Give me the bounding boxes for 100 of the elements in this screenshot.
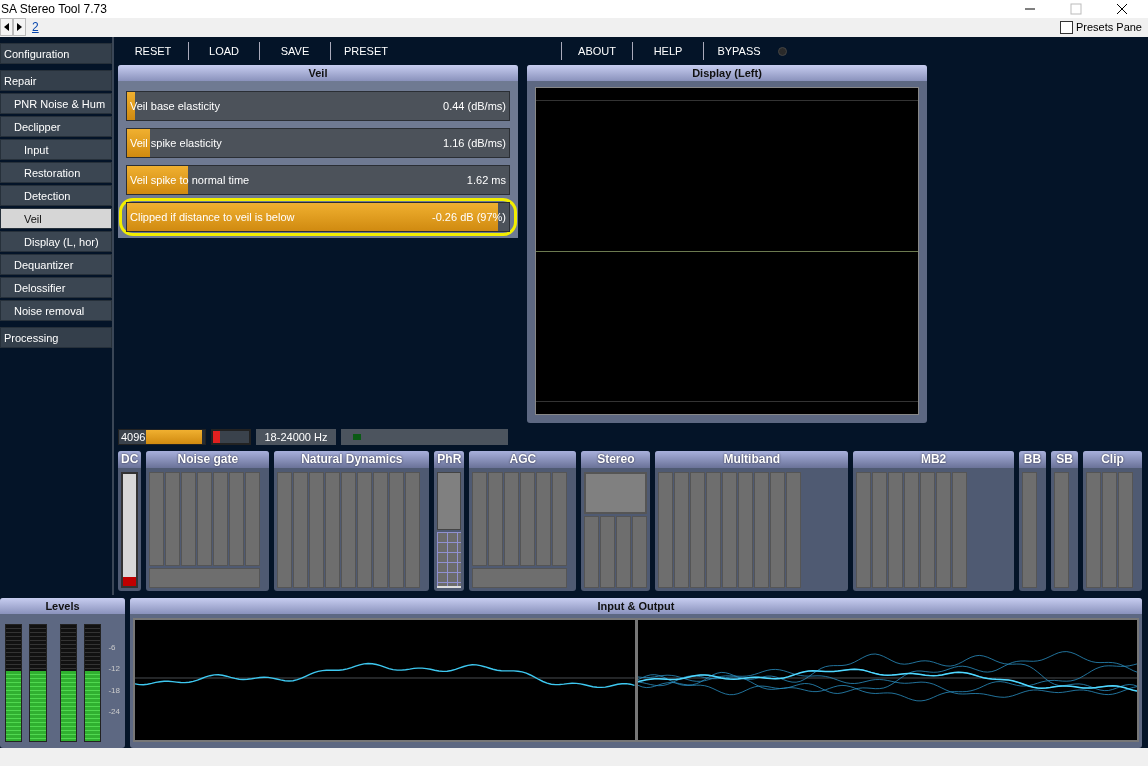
fader[interactable] xyxy=(309,472,325,589)
right-triangle-icon xyxy=(16,23,23,32)
fader[interactable] xyxy=(520,472,536,567)
panel-header: Levels xyxy=(0,598,125,615)
frequency-range: 18-24000 Hz xyxy=(256,429,336,446)
fader[interactable] xyxy=(472,472,488,567)
toolbar-button[interactable]: HELP xyxy=(633,45,703,58)
fader-footer[interactable] xyxy=(472,568,568,589)
slider[interactable]: Veil spike to normal time 1.62 ms xyxy=(126,165,510,196)
next-button[interactable] xyxy=(13,18,26,37)
slider[interactable]: Veil spike elasticity 1.16 (dB/ms) xyxy=(126,128,510,159)
fader[interactable] xyxy=(504,472,520,567)
fader[interactable] xyxy=(754,472,770,589)
block-size-value: 4096 xyxy=(121,431,147,444)
slider-reading: 1.16 (dB/ms) xyxy=(443,137,506,150)
fader[interactable] xyxy=(213,472,229,567)
sidebar-item[interactable]: Input xyxy=(0,139,112,161)
fader[interactable] xyxy=(786,472,802,589)
fader[interactable] xyxy=(936,472,952,589)
fader[interactable] xyxy=(600,516,616,589)
fader[interactable] xyxy=(536,472,552,567)
presets-pane-label: Presets Pane xyxy=(1075,21,1142,34)
fader[interactable] xyxy=(341,472,357,589)
phase-grid xyxy=(437,532,462,589)
previous-button[interactable] xyxy=(0,18,13,37)
toolbar-button[interactable]: SAVE xyxy=(260,45,330,58)
fader[interactable] xyxy=(1102,472,1117,589)
sidebar-item[interactable]: Display (L, hor) xyxy=(0,231,112,253)
scale-label: -6 xyxy=(108,642,117,652)
slider-reading: 1.62 ms xyxy=(466,174,506,187)
fader[interactable] xyxy=(904,472,920,589)
slider-label: Clipped if distance to veil is below xyxy=(130,211,295,224)
fader[interactable] xyxy=(197,472,213,567)
fader[interactable] xyxy=(165,472,181,567)
sidebar-item[interactable]: Delossifier xyxy=(0,277,112,299)
fader[interactable] xyxy=(888,472,904,589)
fader[interactable] xyxy=(1022,472,1037,589)
sidebar-item[interactable]: Noise removal xyxy=(0,300,112,322)
maximize-icon[interactable] xyxy=(1070,2,1082,15)
fader[interactable] xyxy=(920,472,936,589)
fader[interactable] xyxy=(325,472,341,589)
toolbar-button[interactable]: RESET xyxy=(118,45,188,58)
sidebar-item[interactable]: Dequantizer xyxy=(0,254,112,276)
panel-header: Display (Left) xyxy=(527,65,927,82)
phase-display xyxy=(437,472,462,531)
fader[interactable] xyxy=(229,472,245,567)
fader[interactable] xyxy=(872,472,888,589)
scale-label: -12 xyxy=(108,664,120,674)
fader[interactable] xyxy=(658,472,674,589)
fader[interactable] xyxy=(1118,472,1133,589)
fader[interactable] xyxy=(722,472,738,589)
fader[interactable] xyxy=(770,472,786,589)
fader[interactable] xyxy=(738,472,754,589)
fader[interactable] xyxy=(488,472,504,567)
slider-label: Veil spike to normal time xyxy=(130,174,250,187)
toolbar-button[interactable]: BYPASS xyxy=(704,45,774,58)
fader[interactable] xyxy=(616,516,632,589)
slider-reading: 0.44 (dB/ms) xyxy=(443,100,506,113)
toolbar-button[interactable]: LOAD xyxy=(189,45,259,58)
left-triangle-icon xyxy=(3,23,10,32)
fader[interactable] xyxy=(149,472,165,567)
fader[interactable] xyxy=(405,472,421,589)
fader-footer[interactable] xyxy=(149,568,261,589)
sidebar-item[interactable]: Detection xyxy=(0,185,112,207)
sidebar-item[interactable]: Restoration xyxy=(0,162,112,184)
toolbar-button[interactable]: ABOUT xyxy=(562,45,632,58)
sidebar-item[interactable]: Repair xyxy=(0,70,112,92)
fader[interactable] xyxy=(389,472,405,589)
toolbar-button[interactable]: PRESET xyxy=(331,45,401,58)
fader[interactable] xyxy=(552,472,568,567)
stereo-display xyxy=(584,472,648,515)
scale-label: -18 xyxy=(108,685,120,695)
fader[interactable] xyxy=(245,472,261,567)
sidebar-item[interactable]: Veil xyxy=(0,208,112,230)
fader[interactable] xyxy=(632,516,648,589)
fader[interactable] xyxy=(690,472,706,589)
panel-header: Veil xyxy=(118,65,518,82)
fader[interactable] xyxy=(856,472,872,589)
sidebar-item[interactable]: Processing xyxy=(0,327,112,349)
window-title: SA Stereo Tool 7.73 xyxy=(1,1,107,16)
fader[interactable] xyxy=(584,516,600,589)
sidebar-item[interactable]: Configuration xyxy=(0,43,112,65)
close-icon[interactable] xyxy=(1116,2,1128,15)
fader[interactable] xyxy=(706,472,722,589)
fader[interactable] xyxy=(674,472,690,589)
slider-label: Veil spike elasticity xyxy=(130,137,222,150)
sidebar-item[interactable]: PNR Noise & Hum xyxy=(0,93,112,115)
page-link[interactable]: 2 xyxy=(32,20,39,35)
fader[interactable] xyxy=(357,472,373,589)
fader[interactable] xyxy=(1054,472,1069,589)
sidebar-item[interactable]: Declipper xyxy=(0,116,112,138)
fader[interactable] xyxy=(293,472,309,589)
panel-header: Input & Output xyxy=(130,598,1142,615)
fader[interactable] xyxy=(1086,472,1101,589)
fader[interactable] xyxy=(181,472,197,567)
fader[interactable] xyxy=(373,472,389,589)
presets-pane-checkbox[interactable] xyxy=(1059,21,1073,34)
scale-label: -24 xyxy=(108,707,120,717)
fader[interactable] xyxy=(277,472,293,589)
fader[interactable] xyxy=(952,472,968,589)
